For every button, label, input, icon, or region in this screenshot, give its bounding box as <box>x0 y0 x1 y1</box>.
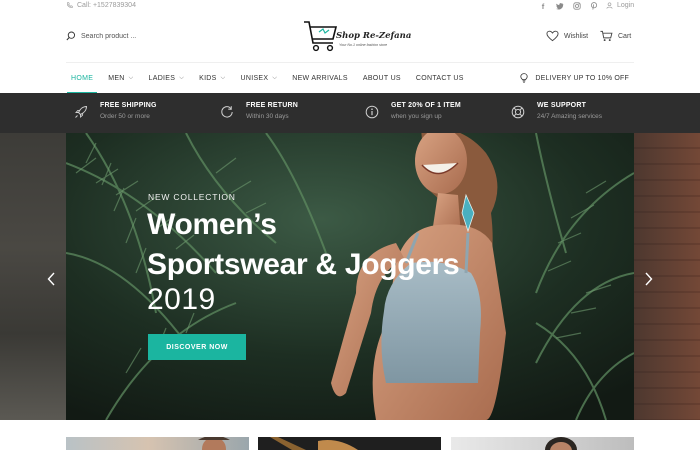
pinterest-icon[interactable] <box>590 2 598 12</box>
nav-label: LADIES <box>148 74 176 82</box>
logo-name: Shop Re-Zefana <box>336 31 412 41</box>
hero-title-line-2: Sportswear & Joggers <box>147 248 460 281</box>
slider-prev-arrow[interactable] <box>44 268 58 290</box>
nav-item-unisex[interactable]: UNISEX ⌵ <box>241 63 278 93</box>
lifebuoy-icon <box>511 105 525 119</box>
nav-item-ladies[interactable]: LADIES ⌵ <box>149 63 185 93</box>
info-icon <box>365 105 379 119</box>
chevron-down-icon: ⌵ <box>220 74 226 81</box>
discover-now-button[interactable]: DISCOVER NOW <box>148 334 246 360</box>
hero-slider: NEW COLLECTION Women’s Sportswear & Jogg… <box>66 133 634 420</box>
chevron-down-icon: ⌵ <box>272 74 278 81</box>
wishlist-link[interactable]: Wishlist <box>546 30 588 42</box>
category-banners <box>0 420 700 450</box>
category-banner[interactable] <box>451 437 634 450</box>
chevron-down-icon: ⌵ <box>128 74 134 81</box>
nav-item-about-us[interactable]: ABOUT US <box>363 63 401 93</box>
nav-label: HOME <box>71 74 94 82</box>
cart-icon <box>600 30 613 42</box>
features-strip: FREE SHIPPING Order 50 or more FREE RETU… <box>0 93 700 133</box>
nav-item-new-arrivals[interactable]: NEW ARRIVALS <box>292 63 348 93</box>
banner-image <box>198 437 230 450</box>
rocket-icon <box>75 105 88 118</box>
main-nav: HOME MEN ⌵ LADIES ⌵ KIDS ⌵ UNISEX ⌵ NEW ARRI… <box>66 62 634 94</box>
phone-number: Call: +1527839304 <box>77 2 136 9</box>
nav-item-men[interactable]: MEN ⌵ <box>108 63 133 93</box>
social-links: f <box>539 2 598 12</box>
top-bar: Call: +1527839304 f Login <box>0 0 700 14</box>
hero-eyebrow: NEW COLLECTION <box>148 192 236 202</box>
feature-subtitle: Order 50 or more <box>100 113 150 120</box>
delivery-promo: DELIVERY UP TO 10% OFF <box>520 73 629 83</box>
feature-subtitle: 24/7 Amazing services <box>537 113 603 120</box>
nav-label: CONTACT US <box>415 74 464 82</box>
nav-item-contact-us[interactable]: CONTACT US <box>416 63 464 93</box>
nav-label: ABOUT US <box>362 74 401 82</box>
user-icon <box>606 2 613 9</box>
chevron-down-icon: ⌵ <box>179 74 185 81</box>
logo-tagline: Your No.1 online fashion store <box>339 43 388 47</box>
login-link[interactable]: Login <box>606 2 634 9</box>
slider-next-arrow[interactable] <box>642 268 656 290</box>
refresh-icon <box>221 106 233 118</box>
nav-label: NEW ARRIVALS <box>292 74 348 82</box>
instagram-icon[interactable] <box>573 2 581 12</box>
phone-info: Call: +1527839304 <box>66 2 136 9</box>
chevron-right-icon <box>645 272 653 286</box>
hero-year: 2019 <box>147 283 216 316</box>
heart-icon <box>546 30 559 42</box>
shopping-cart-logo <box>304 21 338 52</box>
cart-label: Cart <box>618 32 632 40</box>
nav-label: UNISEX <box>240 74 269 82</box>
header: Shop Re-Zefana Your No.1 online fashion … <box>0 14 700 62</box>
wishlist-label: Wishlist <box>564 32 589 40</box>
nav-label: MEN <box>108 74 125 82</box>
search-box <box>66 31 161 41</box>
site-logo[interactable]: Shop Re-Zefana Your No.1 online fashion … <box>303 19 413 55</box>
chevron-left-icon <box>47 272 55 286</box>
feature-title: GET 20% OF 1 ITEM <box>391 102 461 109</box>
search-input[interactable] <box>81 32 161 40</box>
feature-title: FREE RETURN <box>246 102 298 109</box>
login-label: Login <box>617 2 635 9</box>
banner-image <box>270 437 358 450</box>
feature-title: FREE SHIPPING <box>100 102 157 109</box>
twitter-icon[interactable] <box>556 2 564 12</box>
banner-image <box>545 437 577 450</box>
phone-icon <box>66 2 73 9</box>
nav-item-home[interactable]: HOME <box>66 63 98 94</box>
hero-title-line-1: Women’s <box>147 208 277 241</box>
hero-title: Women’s Sportswear & Joggers <box>147 205 460 285</box>
feature-subtitle: when you sign up <box>391 113 442 120</box>
nav-item-kids[interactable]: KIDS ⌵ <box>199 63 225 93</box>
feature-subtitle: Within 30 days <box>246 113 289 120</box>
category-banner[interactable] <box>258 437 441 450</box>
promo-text: DELIVERY UP TO 10% OFF <box>535 74 629 82</box>
nav-label: KIDS <box>199 74 217 82</box>
cart-link[interactable]: Cart <box>600 30 631 42</box>
search-icon[interactable] <box>66 31 76 41</box>
category-banner[interactable] <box>66 437 249 450</box>
lightbulb-icon <box>520 73 528 83</box>
feature-title: WE SUPPORT <box>537 102 587 109</box>
facebook-icon[interactable]: f <box>539 2 547 12</box>
